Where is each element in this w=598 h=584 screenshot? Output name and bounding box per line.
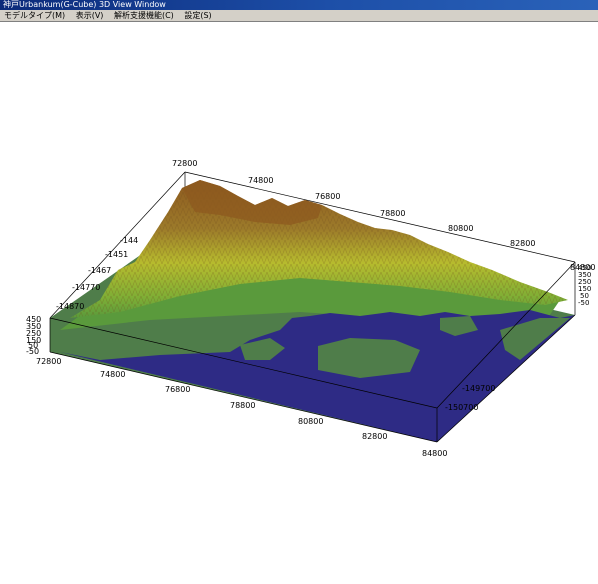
back-x-tick: 80800 <box>448 224 473 233</box>
left-y-tick: -144 <box>120 236 138 245</box>
left-y-tick: -14770 <box>72 283 100 292</box>
front-x-tick: 78800 <box>230 401 255 410</box>
menu-settings[interactable]: 設定(S) <box>180 10 215 22</box>
terrain-3d-view[interactable]: 72800 74800 76800 78800 80800 82800 8480… <box>0 22 598 580</box>
front-x-tick: 84800 <box>422 449 447 458</box>
front-x-tick: 72800 <box>36 357 61 366</box>
front-x-tick: 74800 <box>100 370 125 379</box>
window-title-bar[interactable]: 神戸Urbankum(G-Cube) 3D View Window <box>0 0 598 10</box>
front-x-tick: 80800 <box>298 417 323 426</box>
back-x-tick: 78800 <box>380 209 405 218</box>
menu-model-type[interactable]: モデルタイプ(M) <box>0 10 69 22</box>
menu-analysis-support[interactable]: 解析支援機能(C) <box>110 10 178 22</box>
left-y-tick: -1467 <box>88 266 111 275</box>
menu-view[interactable]: 表示(V) <box>72 10 108 22</box>
left-z-tick: -50 <box>26 347 39 356</box>
back-x-tick: 76800 <box>315 192 340 201</box>
right-z-tick: -50 <box>578 299 589 307</box>
left-y-tick: -1451 <box>105 250 128 259</box>
menu-bar: モデルタイプ(M) 表示(V) 解析支援機能(C) 設定(S) <box>0 10 598 22</box>
front-x-tick: 82800 <box>362 432 387 441</box>
window-title: 神戸Urbankum(G-Cube) 3D View Window <box>3 0 166 9</box>
back-x-tick: 72800 <box>172 159 197 168</box>
right-y-tick: -150700 <box>445 403 478 412</box>
right-z-axis: 450 350 250 150 50 -50 <box>578 264 591 307</box>
front-x-tick: 76800 <box>165 385 190 394</box>
back-x-tick: 82800 <box>510 239 535 248</box>
left-z-axis: 450 350 250 150 50 -50 <box>26 315 41 356</box>
right-y-tick: -149700 <box>462 384 495 393</box>
back-x-tick: 74800 <box>248 176 273 185</box>
left-y-tick: -14870 <box>56 302 84 311</box>
3d-view-viewport[interactable]: 72800 74800 76800 78800 80800 82800 8480… <box>0 22 598 580</box>
port-island <box>318 338 420 378</box>
